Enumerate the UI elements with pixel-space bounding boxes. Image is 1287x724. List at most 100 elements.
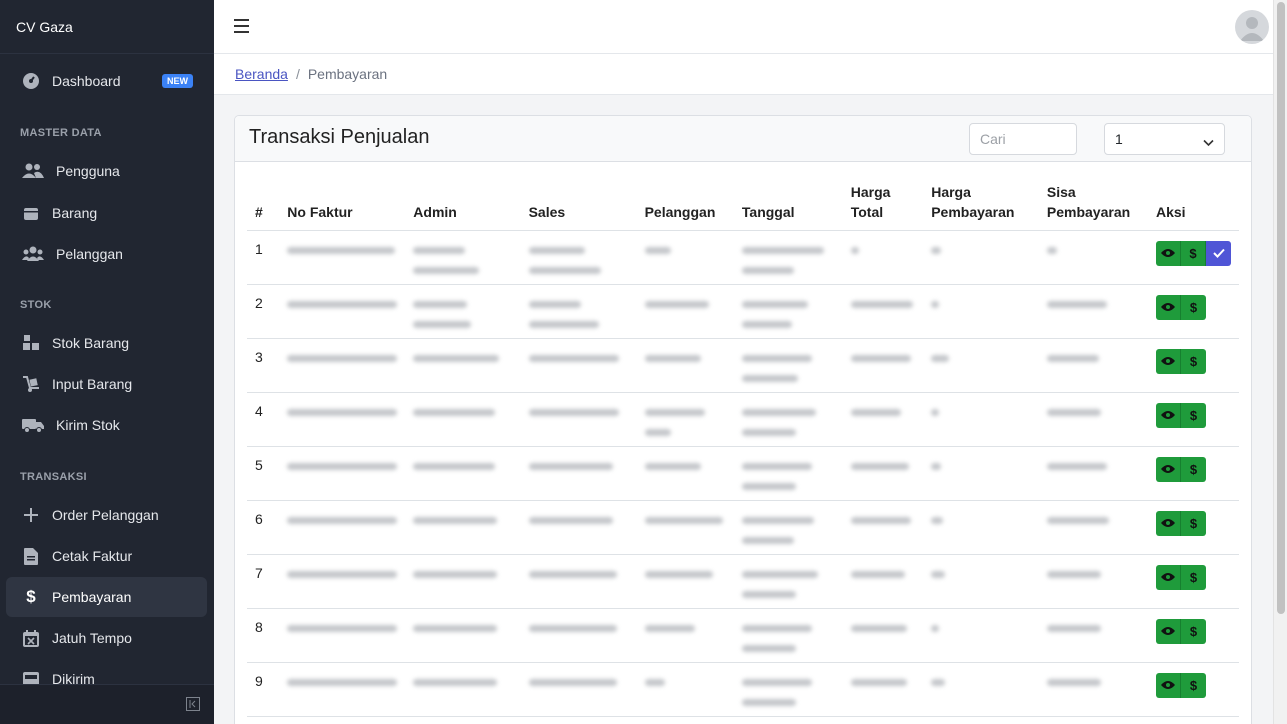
sidebar-item-label: Pengguna	[56, 163, 120, 179]
row-number: 6	[247, 500, 280, 555]
view-button[interactable]	[1156, 456, 1181, 482]
sidebar-item-pembayaran[interactable]: $ Pembayaran	[6, 577, 207, 617]
table-row: 5 $	[247, 446, 1239, 501]
row-number: 5	[247, 446, 280, 501]
cell-admin	[405, 662, 521, 717]
pay-button[interactable]: $	[1181, 294, 1206, 320]
dollar-icon: $	[1189, 353, 1198, 369]
cell-tanggal	[733, 446, 843, 501]
dollar-icon: $	[1189, 677, 1198, 693]
cell-tanggal	[733, 284, 843, 339]
pay-button[interactable]: $	[1181, 618, 1206, 644]
sidebar-footer	[0, 684, 214, 724]
page-select-value: 1	[1115, 131, 1123, 147]
cell-sisa-pembayaran	[1038, 284, 1148, 339]
cell-pelanggan	[636, 230, 734, 285]
hamburger-menu-icon[interactable]	[234, 19, 249, 38]
pay-button[interactable]: $	[1181, 564, 1206, 590]
users-icon	[20, 161, 46, 181]
view-button[interactable]	[1156, 348, 1181, 374]
row-actions: $	[1156, 510, 1206, 536]
dollar-icon: $	[1189, 299, 1198, 315]
cell-sisa-pembayaran	[1038, 554, 1148, 609]
sidebar-item-pengguna[interactable]: Pengguna	[6, 151, 207, 191]
sidebar-item-order-pelanggan[interactable]: Order Pelanggan	[6, 495, 207, 535]
inbox-icon	[20, 669, 42, 684]
view-button[interactable]	[1156, 240, 1181, 266]
sidebar-item-kirim-stok[interactable]: Kirim Stok	[6, 405, 207, 445]
sidebar-item-barang[interactable]: Barang	[6, 193, 207, 233]
cell-admin	[405, 446, 521, 501]
view-button[interactable]	[1156, 402, 1181, 428]
view-button[interactable]	[1156, 294, 1181, 320]
pay-button[interactable]: $	[1181, 240, 1206, 266]
view-button[interactable]	[1156, 510, 1181, 536]
row-actions: $	[1156, 564, 1206, 590]
customers-icon	[20, 244, 46, 264]
row-number: 2	[247, 284, 280, 339]
pay-button[interactable]: $	[1181, 456, 1206, 482]
pay-button[interactable]: $	[1181, 510, 1206, 536]
user-avatar[interactable]	[1235, 10, 1269, 44]
page-scrollbar[interactable]	[1273, 0, 1287, 724]
pay-button[interactable]: $	[1181, 348, 1206, 374]
cell-harga-total	[842, 392, 924, 447]
cell-harga-pembayaran	[923, 500, 1039, 555]
cell-sisa-pembayaran	[1038, 338, 1148, 393]
table-row: 8 $	[247, 608, 1239, 663]
col-header-line: Sisa	[1046, 183, 1076, 200]
sidebar-item-label: Pembayaran	[52, 589, 132, 605]
col-header-sales: Sales	[520, 180, 637, 231]
pay-button[interactable]: $	[1181, 672, 1206, 698]
sidebar-item-dashboard[interactable]: Dashboard NEW	[6, 61, 207, 101]
cell-harga-total	[842, 662, 924, 717]
sidebar-item-stok-barang[interactable]: Stok Barang	[6, 323, 207, 363]
cell-harga-total	[842, 446, 924, 501]
cell-tanggal	[733, 608, 843, 663]
eye-icon	[1161, 249, 1175, 257]
cell-pelanggan	[636, 284, 734, 339]
sidebar-item-pelanggan[interactable]: Pelanggan	[6, 234, 207, 274]
breadcrumb: Beranda / Pembayaran	[214, 54, 1273, 95]
new-badge: NEW	[162, 74, 193, 88]
search-input[interactable]	[969, 123, 1077, 155]
sidebar-item-dikirim[interactable]: Dikirim	[6, 659, 207, 684]
sidebar-item-label: Kirim Stok	[56, 417, 120, 433]
cell-pelanggan	[636, 392, 734, 447]
cell-pelanggan	[636, 338, 734, 393]
pay-button[interactable]: $	[1181, 402, 1206, 428]
row-actions: $	[1156, 672, 1206, 698]
sidebar-item-label: Barang	[52, 205, 98, 221]
table-row: 3 $	[247, 338, 1239, 393]
view-button[interactable]	[1156, 564, 1181, 590]
page-select[interactable]: 1	[1104, 123, 1225, 155]
cell-sisa-pembayaran	[1038, 608, 1148, 663]
col-header-line: Total	[850, 203, 884, 220]
view-button[interactable]	[1156, 672, 1181, 698]
sidebar-item-input-barang[interactable]: Input Barang	[6, 364, 207, 404]
dollar-icon: $	[1189, 407, 1198, 423]
cell-harga-total	[842, 500, 924, 555]
scrollbar-thumb[interactable]	[1277, 2, 1285, 614]
transactions-table: # No Faktur Admin Sales Pelanggan Tangga…	[247, 180, 1239, 717]
breadcrumb-current: Pembayaran	[307, 66, 388, 82]
view-button[interactable]	[1156, 618, 1181, 644]
row-number: 3	[247, 338, 280, 393]
sidebar-item-jatuh-tempo[interactable]: Jatuh Tempo	[6, 618, 207, 658]
brand-name[interactable]: CV Gaza	[0, 0, 214, 54]
cell-tanggal	[733, 554, 843, 609]
cell-aksi: $	[1148, 608, 1239, 663]
sidebar-collapse-icon[interactable]	[186, 697, 200, 716]
table-row: 2 $	[247, 284, 1239, 339]
row-number: 1	[247, 230, 280, 285]
cell-harga-pembayaran	[923, 338, 1039, 393]
confirm-button[interactable]	[1206, 240, 1231, 266]
cell-faktur	[279, 608, 406, 663]
cell-pelanggan	[636, 608, 734, 663]
sidebar-item-label: Jatuh Tempo	[52, 630, 132, 646]
eye-icon	[1161, 303, 1175, 311]
sidebar-item-cetak-faktur[interactable]: Cetak Faktur	[6, 536, 207, 576]
eye-icon	[1161, 465, 1175, 473]
col-header-num: #	[247, 180, 280, 231]
breadcrumb-home-link[interactable]: Beranda	[235, 66, 288, 82]
